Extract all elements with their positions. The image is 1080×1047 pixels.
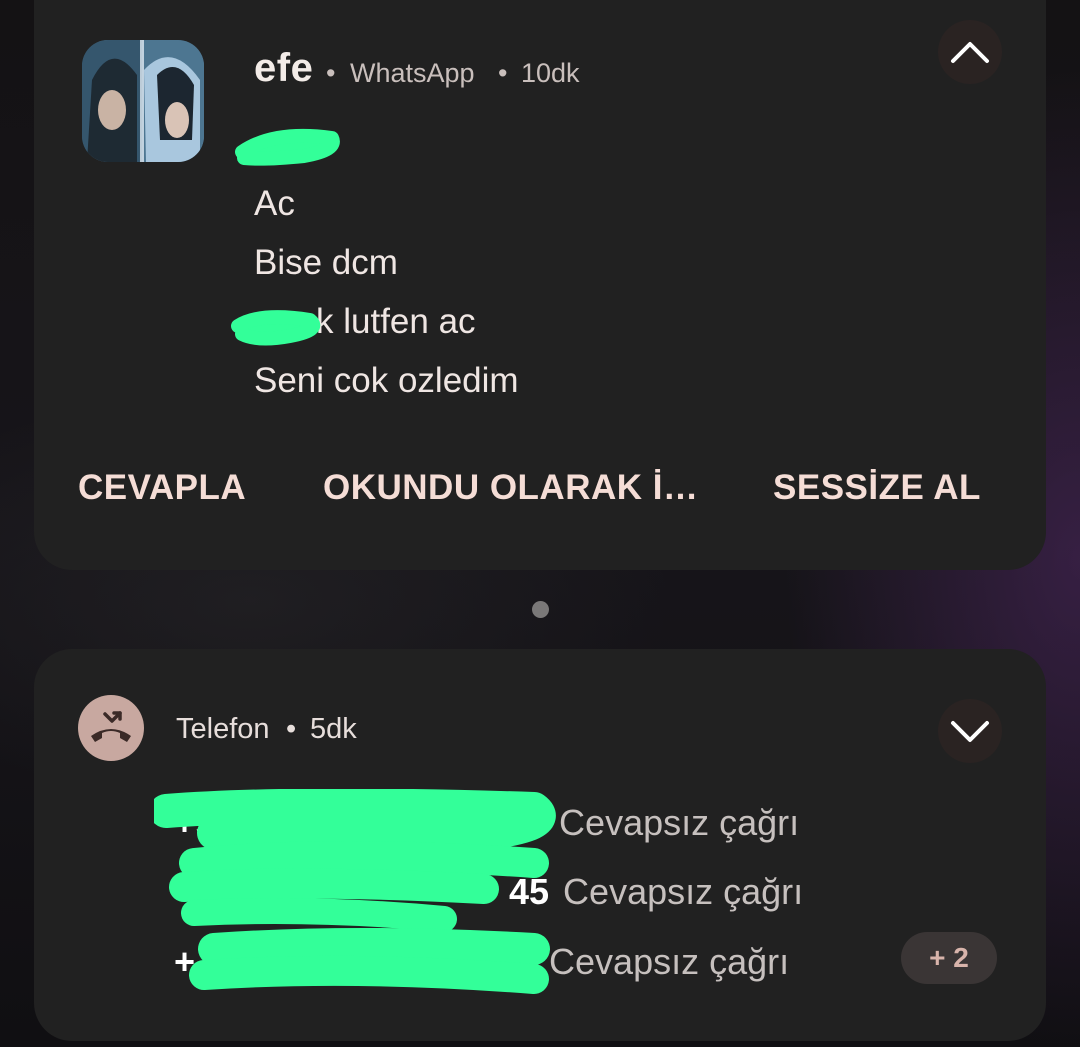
caller-number: +9 xyxy=(174,802,216,843)
caller-number: 45 xyxy=(509,871,550,912)
message-line-5: Seni cok ozledim xyxy=(254,361,519,400)
call-status: Cevapsız çağrı xyxy=(559,802,800,843)
separator-dot: • xyxy=(498,58,508,88)
mute-button[interactable]: SESSİZE AL xyxy=(773,468,981,508)
redaction-scribble xyxy=(235,128,340,166)
message-line-2: Ac xyxy=(254,184,295,223)
mark-as-read-button[interactable]: OKUNDU OLARAK İ… xyxy=(323,468,698,508)
missed-call-row[interactable]: 45 Cevapsız çağrı xyxy=(509,871,803,913)
page-indicator-dot xyxy=(532,601,549,618)
whatsapp-notification-card[interactable]: efe • WhatsApp • 10dk Ac Bise dcm k lutf… xyxy=(34,0,1046,570)
call-status: Cevapsız çağrı xyxy=(549,941,790,982)
missed-call-row[interactable]: +9 Cevapsız çağrı xyxy=(174,802,799,844)
redaction-scribble xyxy=(231,310,321,346)
contact-avatar xyxy=(82,40,204,162)
chevron-up-icon xyxy=(951,42,989,63)
message-line-4: k lutfen ac xyxy=(316,302,476,341)
caller-number: + xyxy=(174,941,196,982)
separator-dot: • xyxy=(286,713,297,745)
chevron-down-icon xyxy=(951,721,989,742)
notification-time: 10dk xyxy=(521,58,580,88)
collapse-button[interactable] xyxy=(938,20,1002,84)
missed-call-row[interactable]: + Cevapsız çağrı xyxy=(174,941,789,983)
message-line-3: Bise dcm xyxy=(254,243,398,282)
expand-button[interactable] xyxy=(938,699,1002,763)
app-name: WhatsApp xyxy=(350,58,475,88)
missed-call-icon xyxy=(78,695,144,761)
call-status: Cevapsız çağrı xyxy=(563,871,804,912)
more-calls-badge[interactable]: + 2 xyxy=(901,932,997,984)
app-name: Telefon xyxy=(176,713,270,745)
reply-button[interactable]: CEVAPLA xyxy=(78,468,246,508)
sender-name: efe xyxy=(254,46,314,90)
separator-dot: • xyxy=(326,58,336,88)
phone-notification-card[interactable]: Telefon • 5dk +9 Cevapsız çağrı 45 Cevapsı… xyxy=(34,649,1046,1041)
notification-time: 5dk xyxy=(310,713,357,745)
